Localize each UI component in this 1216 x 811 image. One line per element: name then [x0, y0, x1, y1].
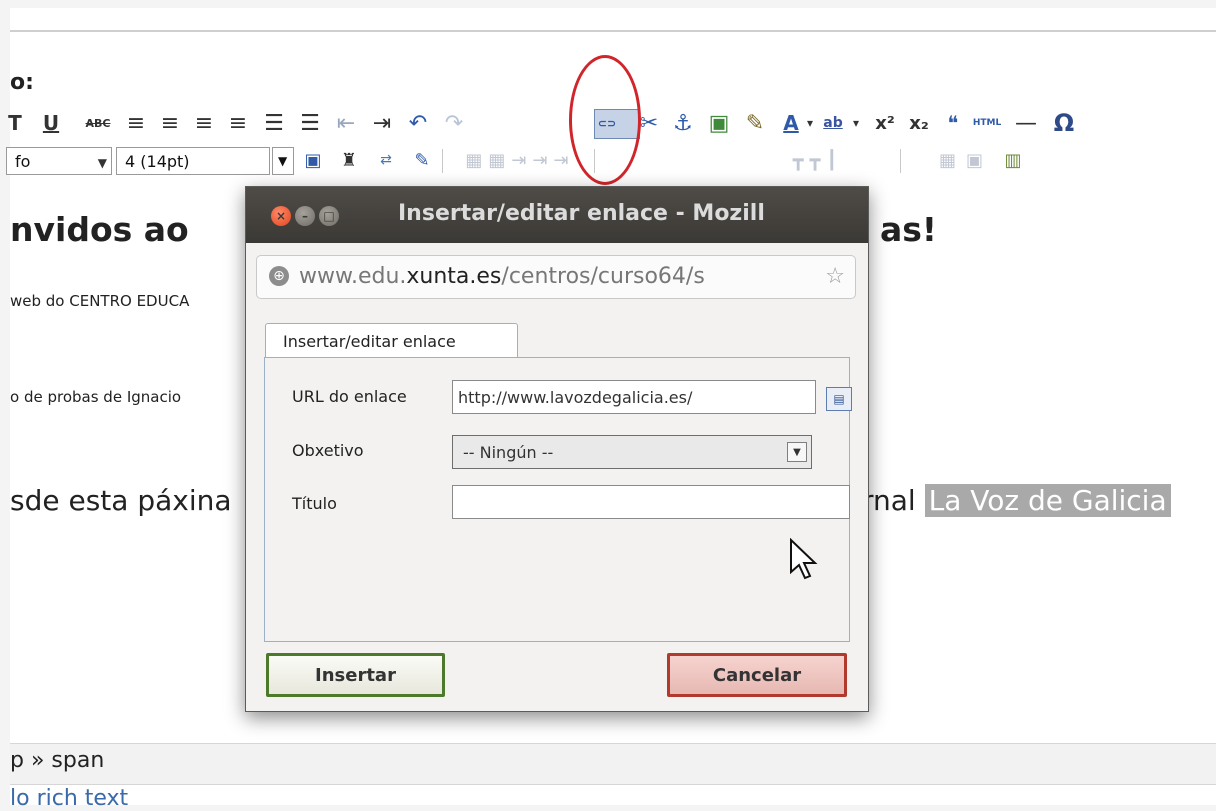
target-select[interactable]: -- Ningún -- ▼: [452, 435, 812, 469]
media-icon[interactable]: ▥: [1000, 146, 1026, 174]
close-icon: ×: [275, 209, 287, 223]
maximize-icon: □: [323, 209, 335, 223]
dialog-titlebar: × – □ Insertar/editar enlace - Mozill: [246, 187, 868, 243]
blockquote-button[interactable]: ❝: [940, 109, 966, 137]
font-family-value: fo: [15, 151, 31, 171]
undo-button[interactable]: ↶: [404, 109, 432, 137]
dialog-url: www.edu.xunta.es/centros/curso64/s: [299, 264, 809, 289]
font-size-value: 4 (14pt): [125, 151, 190, 171]
content-line-1: web do CENTRO EDUCA: [10, 292, 190, 310]
minimize-icon: –: [302, 209, 308, 223]
table-tools-icon[interactable]: ▦▦⇥⇥⇥: [450, 146, 590, 174]
tab-insert-edit-link[interactable]: Insertar/editar enlace: [265, 323, 518, 358]
superscript-button[interactable]: x²: [872, 109, 898, 137]
font-family-select[interactable]: fo ▼: [6, 147, 112, 175]
replace-icon[interactable]: ⇄: [372, 146, 400, 174]
url-prefix: www.edu.: [299, 264, 407, 289]
html-button[interactable]: HTML: [970, 109, 1004, 137]
font-size-dropdown[interactable]: ▼: [272, 147, 294, 175]
title-input[interactable]: [452, 485, 850, 519]
close-window-button[interactable]: ×: [271, 206, 291, 226]
separator: [442, 149, 443, 173]
dialog-url-bar[interactable]: ⊕ www.edu.xunta.es/centros/curso64/s ☆: [256, 255, 856, 299]
template-icon[interactable]: ▣: [300, 146, 326, 174]
dialog-title: Insertar/editar enlace - Mozill: [398, 201, 765, 226]
minimize-window-button[interactable]: –: [295, 206, 315, 226]
underline-button[interactable]: U: [38, 109, 64, 137]
align-right-button[interactable]: ≡: [190, 109, 218, 137]
chevron-down-icon: ▼: [787, 442, 807, 462]
cleanup-icon[interactable]: ✎: [742, 109, 768, 137]
url-suffix: /centros/curso64/s: [501, 264, 705, 289]
insert-button[interactable]: Insertar: [266, 653, 445, 697]
indent-button[interactable]: ⇥: [368, 109, 396, 137]
separator: [900, 149, 901, 173]
find-icon[interactable]: ♜: [336, 146, 362, 174]
image-icon[interactable]: ▣: [706, 109, 732, 137]
url-domain: xunta.es: [406, 264, 502, 289]
content-heading-left: nvidos ao: [10, 210, 189, 249]
special-char-button[interactable]: Ω: [1050, 109, 1078, 137]
anchor-icon[interactable]: ⚓: [670, 109, 696, 137]
numbered-list-button[interactable]: ☰: [296, 109, 324, 137]
content-heading-right: as!: [880, 210, 937, 249]
maximize-window-button[interactable]: □: [319, 206, 339, 226]
text-color-icon[interactable]: A: [778, 109, 804, 137]
horizontal-rule-button[interactable]: —: [1008, 109, 1044, 137]
title-label: Título: [292, 494, 337, 513]
bullet-list-button[interactable]: ☰: [260, 109, 288, 137]
chevron-down-icon: ▼: [97, 156, 107, 170]
selected-text[interactable]: La Voz de Galicia: [924, 484, 1171, 517]
target-label: Obxetivo: [292, 441, 364, 460]
font-size-select[interactable]: 4 (14pt): [116, 147, 270, 175]
content-big-line-right: rnal La Voz de Galicia: [862, 484, 1171, 517]
star-icon[interactable]: ☆: [825, 264, 845, 289]
content-text: rnal: [862, 484, 916, 517]
align-center-button[interactable]: ≡: [156, 109, 184, 137]
highlight-color-icon[interactable]: ab: [818, 109, 848, 137]
top-divider: [10, 30, 1216, 32]
url-input[interactable]: http://www.lavozdegalicia.es/: [452, 380, 816, 414]
cancel-button[interactable]: Cancelar: [667, 653, 847, 697]
insert-link-dialog: × – □ Insertar/editar enlace - Mozill ⊕ …: [245, 186, 869, 712]
strikethrough-button[interactable]: ABC: [82, 109, 114, 137]
target-value: -- Ningún --: [463, 442, 554, 462]
globe-icon: ⊕: [269, 266, 289, 286]
field-label: o:: [10, 70, 34, 95]
align-left-button[interactable]: ≡: [122, 109, 150, 137]
content-line-2: o de probas de Ignacio: [10, 388, 182, 406]
url-label: URL do enlace: [292, 387, 407, 406]
text-color-dropdown[interactable]: ▾: [804, 109, 816, 137]
browse-icon[interactable]: ▤: [826, 387, 852, 411]
cell-tools-icon[interactable]: ┳┳┃: [758, 146, 878, 174]
mouse-cursor-icon: [790, 538, 818, 580]
subscript-button[interactable]: x₂: [906, 109, 932, 137]
italic-button[interactable]: T: [8, 109, 22, 137]
path-bar: [10, 743, 1216, 785]
content-big-line-left: sde esta páxina: [10, 484, 232, 517]
edit-icon[interactable]: ✎: [408, 146, 436, 174]
redo-button[interactable]: ↷: [440, 109, 468, 137]
highlight-color-dropdown[interactable]: ▾: [850, 109, 862, 137]
justify-button[interactable]: ≡: [224, 109, 252, 137]
annotation-circle: [569, 55, 641, 185]
rich-text-toggle-link[interactable]: lo rich text: [10, 786, 128, 811]
element-path[interactable]: p » span: [10, 748, 104, 773]
outdent-button[interactable]: ⇤: [332, 109, 360, 137]
